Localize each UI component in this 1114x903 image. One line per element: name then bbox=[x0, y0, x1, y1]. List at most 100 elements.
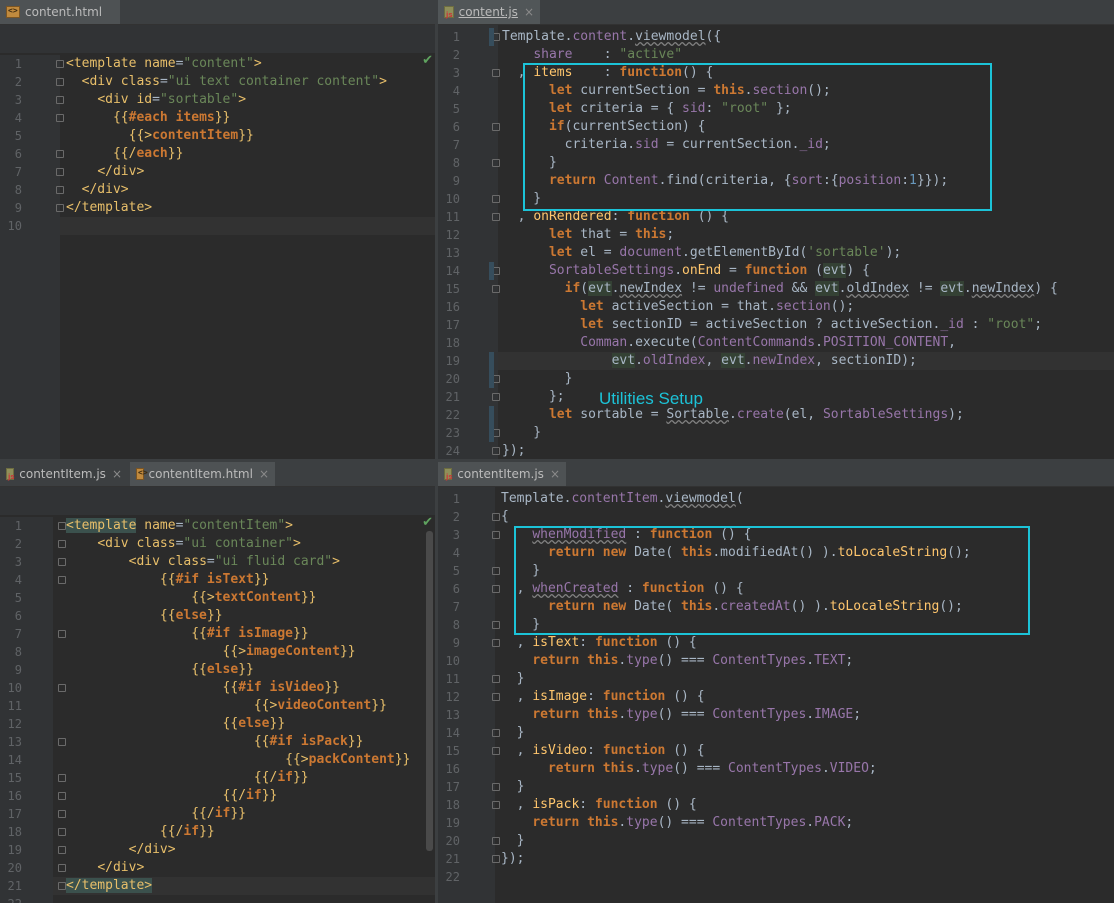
tab-content-html[interactable]: content.html bbox=[0, 0, 120, 24]
close-icon[interactable]: × bbox=[550, 467, 560, 481]
fold-marker-icon[interactable] bbox=[492, 855, 500, 863]
code-lines[interactable]: 1 <template name="content"> 2 <div class="… bbox=[0, 55, 435, 459]
code-area[interactable]: 1 Template.content.viewmodel({2 share : "… bbox=[438, 25, 1114, 459]
fold-marker-icon[interactable] bbox=[492, 531, 500, 539]
fold-marker-icon[interactable] bbox=[58, 846, 66, 854]
code-line[interactable]: {{/each}} bbox=[0, 145, 435, 163]
fold-marker-icon[interactable] bbox=[492, 513, 500, 521]
code-line[interactable]: } bbox=[438, 724, 1114, 742]
code-line[interactable]: {{else}} bbox=[0, 715, 435, 733]
fold-marker-icon[interactable] bbox=[56, 150, 64, 158]
fold-marker-icon[interactable] bbox=[58, 738, 66, 746]
fold-marker-icon[interactable] bbox=[56, 60, 64, 68]
fold-marker-icon[interactable] bbox=[58, 828, 66, 836]
code-lines[interactable]: 1 <template name="contentItem"> 2 <div cla… bbox=[0, 517, 435, 903]
code-line[interactable]: {{else}} bbox=[0, 607, 435, 625]
fold-marker-icon[interactable] bbox=[58, 576, 66, 584]
code-line[interactable]: return this.type() === ContentTypes.PACK… bbox=[438, 814, 1114, 832]
code-line[interactable] bbox=[60, 217, 435, 235]
code-line[interactable]: let sectionID = activeSection ? activeSe… bbox=[438, 316, 1114, 334]
code-line[interactable]: evt.oldIndex, evt.newIndex, sectionID); bbox=[498, 352, 1114, 370]
close-icon[interactable]: × bbox=[259, 467, 269, 481]
code-line[interactable]: {{>imageContent}} bbox=[0, 643, 435, 661]
code-line[interactable]: {{>textContent}} bbox=[0, 589, 435, 607]
fold-marker-icon[interactable] bbox=[58, 774, 66, 782]
fold-marker-icon[interactable] bbox=[56, 114, 64, 122]
code-line[interactable]: <div id="sortable"> bbox=[0, 91, 435, 109]
fold-marker-icon[interactable] bbox=[492, 621, 500, 629]
fold-marker-icon[interactable] bbox=[492, 159, 500, 167]
fold-marker-icon[interactable] bbox=[492, 783, 500, 791]
fold-marker-icon[interactable] bbox=[58, 630, 66, 638]
tab-contentitem-js[interactable]: contentItem.js × bbox=[438, 462, 566, 486]
fold-marker-icon[interactable] bbox=[492, 801, 500, 809]
code-line[interactable]: <div class="ui text container content"> bbox=[0, 73, 435, 91]
fold-marker-icon[interactable] bbox=[492, 69, 500, 77]
fold-marker-icon[interactable] bbox=[56, 186, 64, 194]
code-line[interactable]: }; bbox=[438, 388, 1114, 406]
code-line[interactable]: }); bbox=[438, 850, 1114, 868]
code-line[interactable]: return this.type() === ContentTypes.VIDE… bbox=[438, 760, 1114, 778]
fold-marker-icon[interactable] bbox=[492, 693, 500, 701]
code-area[interactable]: 1 Template.contentItem.viewmodel(2{3 when… bbox=[438, 487, 1114, 903]
code-line[interactable]: if(evt.newIndex != undefined && evt.oldI… bbox=[438, 280, 1114, 298]
code-line[interactable]: let activeSection = that.section(); bbox=[438, 298, 1114, 316]
code-line[interactable]: , isImage: function () { bbox=[438, 688, 1114, 706]
code-line[interactable]: Comman.execute(ContentCommands.POSITION_… bbox=[438, 334, 1114, 352]
code-line[interactable]: , isText: function () { bbox=[438, 634, 1114, 652]
code-line[interactable]: Template.contentItem.viewmodel( bbox=[438, 490, 1114, 508]
code-line[interactable]: } bbox=[438, 670, 1114, 688]
code-line[interactable]: } bbox=[438, 832, 1114, 850]
fold-marker-icon[interactable] bbox=[492, 837, 500, 845]
fold-marker-icon[interactable] bbox=[58, 864, 66, 872]
fold-marker-icon[interactable] bbox=[492, 639, 500, 647]
fold-marker-icon[interactable] bbox=[58, 540, 66, 548]
code-line[interactable]: } bbox=[438, 370, 1114, 388]
fold-marker-icon[interactable] bbox=[58, 810, 66, 818]
fold-marker-icon[interactable] bbox=[58, 558, 66, 566]
code-line[interactable]: return this.type() === ContentTypes.TEXT… bbox=[438, 652, 1114, 670]
code-line[interactable] bbox=[438, 868, 1114, 886]
code-line[interactable] bbox=[0, 895, 435, 903]
code-line[interactable]: return this.type() === ContentTypes.IMAG… bbox=[438, 706, 1114, 724]
fold-marker-icon[interactable] bbox=[58, 522, 66, 530]
fold-marker-icon[interactable] bbox=[58, 792, 66, 800]
code-line[interactable]: </div> bbox=[0, 163, 435, 181]
tab-contentitem-js[interactable]: contentItem.js × bbox=[0, 462, 128, 486]
code-line[interactable]: SortableSettings.onEnd = function (evt) … bbox=[438, 262, 1114, 280]
fold-marker-icon[interactable] bbox=[58, 684, 66, 692]
code-line[interactable]: } bbox=[438, 424, 1114, 442]
code-line[interactable]: </template> bbox=[0, 199, 435, 217]
code-line[interactable]: {{else}} bbox=[0, 661, 435, 679]
fold-marker-icon[interactable] bbox=[56, 168, 64, 176]
fold-marker-icon[interactable] bbox=[492, 729, 500, 737]
code-line[interactable]: let that = this; bbox=[438, 226, 1114, 244]
fold-marker-icon[interactable] bbox=[492, 747, 500, 755]
close-icon[interactable]: × bbox=[524, 5, 534, 19]
close-icon[interactable]: × bbox=[112, 467, 122, 481]
code-line[interactable]: {{>contentItem}} bbox=[0, 127, 435, 145]
code-line[interactable]: let el = document.getElementById('sortab… bbox=[438, 244, 1114, 262]
fold-marker-icon[interactable] bbox=[492, 675, 500, 683]
fold-marker-icon[interactable] bbox=[58, 882, 66, 890]
code-line[interactable]: , isVideo: function () { bbox=[438, 742, 1114, 760]
fold-marker-icon[interactable] bbox=[492, 123, 500, 131]
code-line[interactable]: </template> bbox=[53, 877, 435, 895]
fold-marker-icon[interactable] bbox=[492, 195, 500, 203]
code-line[interactable]: Template.content.viewmodel({ bbox=[438, 28, 1114, 46]
code-line[interactable]: {{#each items}} bbox=[0, 109, 435, 127]
fold-marker-icon[interactable] bbox=[492, 393, 500, 401]
fold-marker-icon[interactable] bbox=[492, 213, 500, 221]
code-line[interactable]: {{>videoContent}} bbox=[0, 697, 435, 715]
code-line[interactable]: </div> bbox=[0, 181, 435, 199]
code-line[interactable]: , isPack: function () { bbox=[438, 796, 1114, 814]
fold-marker-icon[interactable] bbox=[492, 585, 500, 593]
code-line[interactable]: } bbox=[438, 778, 1114, 796]
code-line[interactable]: let sortable = Sortable.create(el, Sorta… bbox=[438, 406, 1114, 424]
scrollbar-thumb[interactable] bbox=[426, 531, 433, 851]
tab-contentitem-html[interactable]: contentItem.html × bbox=[130, 462, 275, 486]
fold-marker-icon[interactable] bbox=[492, 567, 500, 575]
fold-marker-icon[interactable] bbox=[492, 285, 500, 293]
code-line[interactable]: }); bbox=[438, 442, 1114, 459]
fold-marker-icon[interactable] bbox=[56, 204, 64, 212]
